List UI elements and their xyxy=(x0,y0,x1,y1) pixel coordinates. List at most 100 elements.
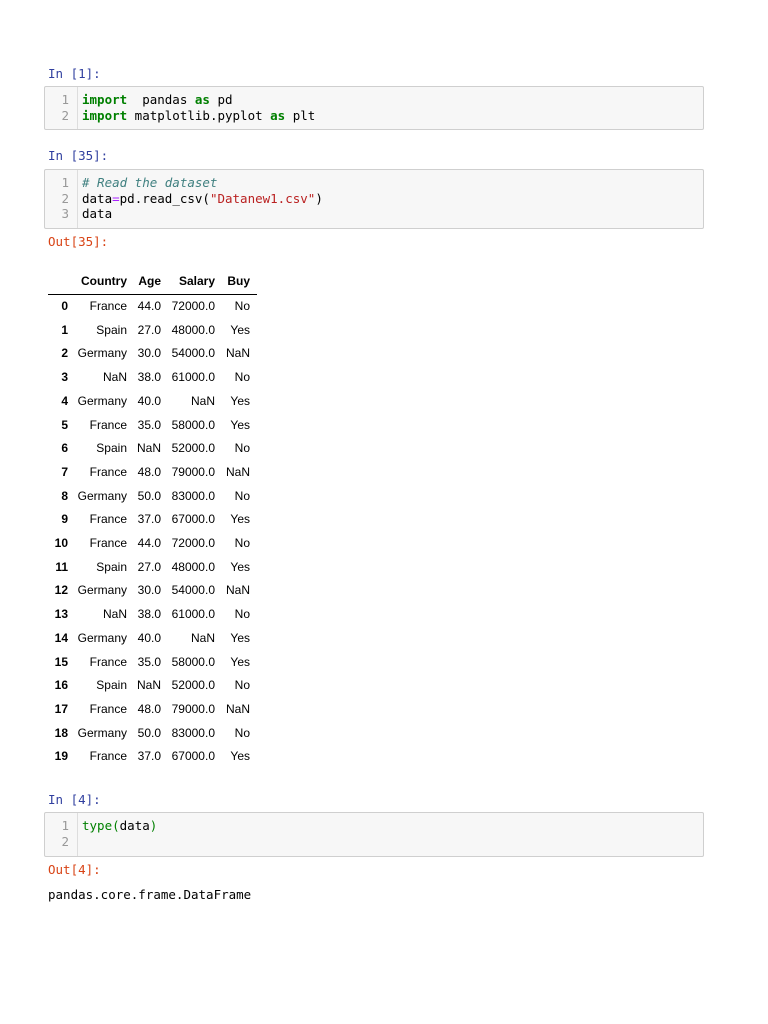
input-prompt-4: In [4]: xyxy=(48,792,101,807)
salary-cell: 52000.0 xyxy=(171,678,215,693)
salary-cell: 54000.0 xyxy=(171,583,215,598)
buy-cell: Yes xyxy=(230,630,250,645)
buy-cell: No xyxy=(234,299,250,313)
country-cell: France xyxy=(89,464,127,479)
code-cell-type[interactable]: 1 type(data) 2 xyxy=(44,812,704,857)
age-cell: 37.0 xyxy=(137,749,161,764)
code-token: pd xyxy=(209,92,233,107)
country-cell: Germany xyxy=(77,583,127,598)
row-index: 11 xyxy=(55,559,68,574)
row-index: 19 xyxy=(54,749,68,764)
column-header: Age xyxy=(138,274,161,288)
buy-cell: NaN xyxy=(225,701,250,716)
code-token: "Datanew1.csv" xyxy=(209,190,316,206)
code-token: ) xyxy=(315,190,323,206)
salary-cell: 67000.0 xyxy=(171,512,215,527)
code-token: matplotlib.pyplot xyxy=(127,107,271,123)
age-cell: 48.0 xyxy=(137,464,161,479)
buy-cell: NaN xyxy=(225,583,250,598)
code-line: type(data) xyxy=(82,818,157,834)
header-divider xyxy=(48,294,257,295)
salary-cell: 83000.0 xyxy=(171,488,215,503)
salary-cell: 58000.0 xyxy=(171,417,215,432)
buy-cell: NaN xyxy=(225,464,250,479)
line-number: 2 xyxy=(61,107,69,123)
line-number: 3 xyxy=(61,206,69,221)
row-index: 9 xyxy=(61,512,68,527)
output-prompt-4: Out[4]: xyxy=(48,862,101,877)
row-index: 5 xyxy=(61,417,68,432)
country-cell: France xyxy=(89,749,127,764)
age-cell: 38.0 xyxy=(137,607,161,622)
code-line: import pandas as pd xyxy=(82,92,233,108)
buy-cell: No xyxy=(234,607,250,622)
output-text: pandas.core.frame.DataFrame xyxy=(48,887,252,902)
code-token: type( xyxy=(82,818,120,833)
code-token: ) xyxy=(149,818,158,833)
salary-cell: NaN xyxy=(190,630,215,645)
row-index: 3 xyxy=(61,370,68,385)
code-token: data xyxy=(82,206,113,221)
row-index: 8 xyxy=(61,488,68,503)
salary-cell: 83000.0 xyxy=(171,725,215,740)
country-cell: Germany xyxy=(77,346,127,361)
country-cell: Germany xyxy=(77,488,127,503)
row-index: 12 xyxy=(54,583,68,598)
code-token: # Read the dataset xyxy=(82,175,218,190)
code-line: # Read the dataset xyxy=(82,175,217,191)
buy-cell: Yes xyxy=(230,322,250,337)
country-cell: France xyxy=(89,299,127,313)
age-cell: 27.0 xyxy=(137,559,161,574)
salary-cell: 52000.0 xyxy=(171,441,215,456)
input-prompt-1: In [1]: xyxy=(48,66,101,81)
salary-cell: 58000.0 xyxy=(171,654,215,669)
code-token: = xyxy=(112,190,120,206)
age-cell: 44.0 xyxy=(137,536,161,550)
code-cell-imports[interactable]: 1 import pandas as pd 2 import matplotlib.p… xyxy=(44,86,704,130)
row-index: 10 xyxy=(54,536,68,550)
row-index: 4 xyxy=(61,393,68,408)
code-cell-read-csv[interactable]: 1 # Read the dataset 2 data=pd.read_csv("Da… xyxy=(44,169,704,229)
code-token: import xyxy=(82,92,128,107)
buy-cell: Yes xyxy=(230,749,250,764)
country-cell: France xyxy=(89,512,127,527)
input-prompt-35: In [35]: xyxy=(48,148,109,163)
salary-cell: 61000.0 xyxy=(171,370,215,385)
row-index: 17 xyxy=(54,701,68,716)
country-cell: France xyxy=(89,417,127,432)
country-cell: Spain xyxy=(96,322,127,337)
salary-cell: 72000.0 xyxy=(171,299,215,313)
row-index: 7 xyxy=(61,464,68,479)
code-token: as xyxy=(194,92,210,107)
country-cell: Spain xyxy=(96,678,127,693)
age-cell: 40.0 xyxy=(137,630,161,645)
country-cell: Spain xyxy=(96,441,127,456)
row-index: 14 xyxy=(54,630,68,645)
buy-cell: No xyxy=(234,678,250,693)
country-cell: Germany xyxy=(77,393,127,408)
age-cell: 38.0 xyxy=(137,370,161,385)
buy-cell: No xyxy=(234,536,250,550)
buy-cell: Yes xyxy=(230,417,250,432)
salary-cell: 61000.0 xyxy=(171,607,215,622)
column-header: Country xyxy=(81,274,127,288)
buy-cell: No xyxy=(234,488,250,503)
code-line: import matplotlib.pyplot as plt xyxy=(82,108,315,124)
code-token: data xyxy=(82,190,113,206)
age-cell: 50.0 xyxy=(137,725,161,740)
age-cell: 30.0 xyxy=(137,583,161,598)
age-cell: NaN xyxy=(136,441,161,456)
buy-cell: No xyxy=(234,441,250,456)
buy-cell: No xyxy=(234,370,250,385)
code-token: plt xyxy=(285,107,316,123)
output-prompt-35: Out[35]: xyxy=(48,234,109,249)
country-cell: NaN xyxy=(102,607,127,622)
row-index: 2 xyxy=(61,346,68,361)
buy-cell: Yes xyxy=(230,654,250,669)
line-number: 2 xyxy=(61,833,69,849)
code-token: import xyxy=(82,107,128,123)
line-number: 2 xyxy=(61,190,69,206)
country-cell: France xyxy=(89,536,127,550)
age-cell: 40.0 xyxy=(137,393,161,408)
buy-cell: Yes xyxy=(230,512,250,527)
